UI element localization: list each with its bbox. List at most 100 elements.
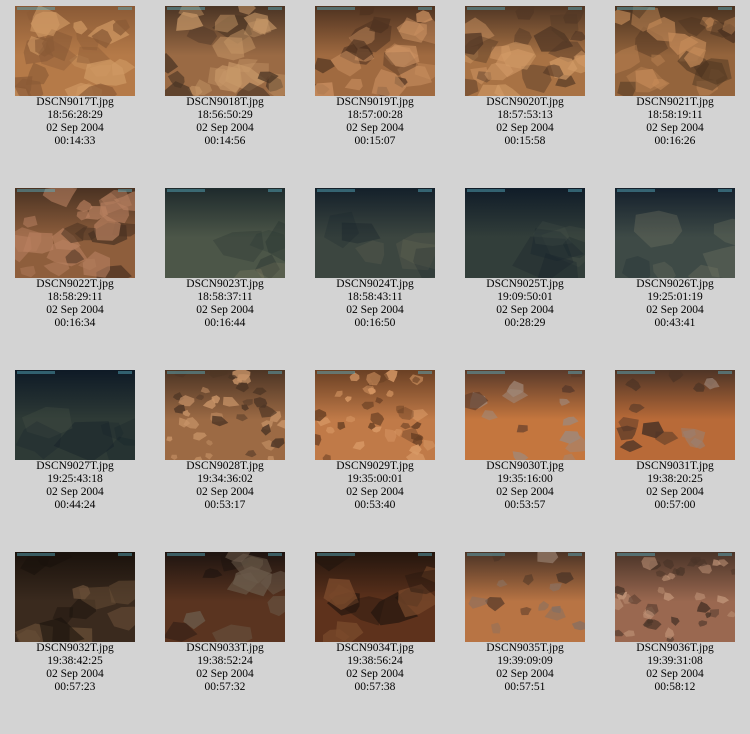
thumbnail-image[interactable] [465, 552, 585, 642]
thumbnail-item[interactable]: DSCN9026T.jpg 19:25:01:19 02 Sep 2004 00:43… [600, 182, 750, 332]
seafloor-photo [165, 552, 285, 642]
thumbnail-filename: DSCN9031T.jpg [636, 460, 714, 472]
camera-stamp [118, 371, 132, 374]
camera-stamp [118, 553, 132, 556]
camera-stamp [317, 7, 355, 10]
camera-stamp [317, 189, 355, 192]
thumbnail-timestamp: 19:34:36:02 [197, 473, 253, 485]
thumbnail-image[interactable] [465, 370, 585, 460]
camera-stamp [268, 189, 282, 192]
thumbnail-elapsed: 00:57:00 [654, 499, 696, 511]
camera-stamp [167, 189, 205, 192]
thumbnail-filename: DSCN9021T.jpg [636, 96, 714, 108]
thumbnail-elapsed: 00:57:32 [204, 681, 246, 693]
thumbnail-item[interactable]: DSCN9036T.jpg 19:39:31:08 02 Sep 2004 00:58… [600, 546, 750, 696]
thumbnail-date: 02 Sep 2004 [46, 486, 104, 498]
thumbnail-item[interactable]: DSCN9029T.jpg 19:35:00:01 02 Sep 2004 00:53… [300, 364, 450, 514]
camera-stamp [418, 371, 432, 374]
thumbnail-item[interactable]: DSCN9022T.jpg 18:58:29:11 02 Sep 2004 00:16… [0, 182, 150, 332]
seafloor-photo [315, 6, 435, 96]
thumbnail-image[interactable] [315, 370, 435, 460]
thumbnail-item[interactable]: DSCN9028T.jpg 19:34:36:02 02 Sep 2004 00:53… [150, 364, 300, 514]
thumbnail-elapsed: 00:15:07 [354, 135, 396, 147]
thumbnail-image[interactable] [315, 6, 435, 96]
thumbnail-caption: DSCN9022T.jpg 18:58:29:11 02 Sep 2004 00:16… [0, 278, 150, 330]
thumbnail-date: 02 Sep 2004 [346, 486, 404, 498]
thumbnail-timestamp: 18:56:28:29 [47, 109, 103, 121]
thumbnail-date: 02 Sep 2004 [196, 668, 254, 680]
thumbnail-item[interactable]: DSCN9031T.jpg 19:38:20:25 02 Sep 2004 00:57… [600, 364, 750, 514]
thumbnail-date: 02 Sep 2004 [346, 304, 404, 316]
thumbnail-caption: DSCN9025T.jpg 19:09:50:01 02 Sep 2004 00:28… [450, 278, 600, 330]
thumbnail-item[interactable]: DSCN9035T.jpg 19:39:09:09 02 Sep 2004 00:57… [450, 546, 600, 696]
thumbnail-date: 02 Sep 2004 [46, 668, 104, 680]
thumbnail-image[interactable] [165, 370, 285, 460]
thumbnail-item[interactable]: DSCN9030T.jpg 19:35:16:00 02 Sep 2004 00:53… [450, 364, 600, 514]
thumbnail-timestamp: 18:58:29:11 [47, 291, 103, 303]
thumbnail-item[interactable]: DSCN9027T.jpg 19:25:43:18 02 Sep 2004 00:44… [0, 364, 150, 514]
thumbnail-filename: DSCN9032T.jpg [36, 642, 114, 654]
thumbnail-item[interactable]: DSCN9023T.jpg 18:58:37:11 02 Sep 2004 00:16… [150, 182, 300, 332]
camera-stamp [17, 7, 55, 10]
thumbnail-image[interactable] [615, 188, 735, 278]
thumbnail-filename: DSCN9029T.jpg [336, 460, 414, 472]
thumbnail-image[interactable] [615, 6, 735, 96]
thumbnail-item[interactable]: DSCN9032T.jpg 19:38:42:25 02 Sep 2004 00:57… [0, 546, 150, 696]
thumbnail-caption: DSCN9017T.jpg 18:56:28:29 02 Sep 2004 00:14… [0, 96, 150, 148]
thumbnail-item[interactable]: DSCN9019T.jpg 18:57:00:28 02 Sep 2004 00:15… [300, 0, 450, 150]
thumbnail-image[interactable] [165, 552, 285, 642]
thumbnail-filename: DSCN9024T.jpg [336, 278, 414, 290]
camera-stamp [17, 371, 55, 374]
thumbnail-image[interactable] [15, 370, 135, 460]
thumbnail-elapsed: 00:57:38 [354, 681, 396, 693]
thumbnail-image[interactable] [465, 188, 585, 278]
thumbnail-item[interactable]: DSCN9017T.jpg 18:56:28:29 02 Sep 2004 00:14… [0, 0, 150, 150]
thumbnail-grid: DSCN9017T.jpg 18:56:28:29 02 Sep 2004 00:14… [0, 0, 750, 734]
camera-stamp [268, 553, 282, 556]
thumbnail-item[interactable]: DSCN9025T.jpg 19:09:50:01 02 Sep 2004 00:28… [450, 182, 600, 332]
thumbnail-item[interactable]: DSCN9033T.jpg 19:38:52:24 02 Sep 2004 00:57… [150, 546, 300, 696]
thumbnail-item[interactable]: DSCN9020T.jpg 18:57:53:13 02 Sep 2004 00:15… [450, 0, 600, 150]
thumbnail-elapsed: 00:57:23 [54, 681, 96, 693]
thumbnail-image[interactable] [165, 6, 285, 96]
thumbnail-image[interactable] [165, 188, 285, 278]
seafloor-photo [165, 370, 285, 460]
thumbnail-timestamp: 19:35:00:01 [347, 473, 403, 485]
camera-stamp [467, 189, 505, 192]
thumbnail-item[interactable]: DSCN9021T.jpg 18:58:19:11 02 Sep 2004 00:16… [600, 0, 750, 150]
thumbnail-elapsed: 00:53:17 [204, 499, 246, 511]
seafloor-photo [615, 6, 735, 96]
thumbnail-item[interactable]: DSCN9024T.jpg 18:58:43:11 02 Sep 2004 00:16… [300, 182, 450, 332]
thumbnail-image[interactable] [315, 552, 435, 642]
thumbnail-image[interactable] [615, 552, 735, 642]
thumbnail-date: 02 Sep 2004 [496, 668, 554, 680]
camera-stamp [418, 189, 432, 192]
thumbnail-item[interactable]: DSCN9018T.jpg 18:56:50:29 02 Sep 2004 00:14… [150, 0, 300, 150]
thumbnail-item[interactable]: DSCN9034T.jpg 19:38:56:24 02 Sep 2004 00:57… [300, 546, 450, 696]
thumbnail-filename: DSCN9028T.jpg [186, 460, 264, 472]
seafloor-photo [15, 6, 135, 96]
thumbnail-filename: DSCN9020T.jpg [486, 96, 564, 108]
thumbnail-timestamp: 19:25:43:18 [47, 473, 103, 485]
thumbnail-image[interactable] [15, 6, 135, 96]
thumbnail-date: 02 Sep 2004 [196, 122, 254, 134]
camera-stamp [418, 7, 432, 10]
thumbnail-image[interactable] [315, 188, 435, 278]
thumbnail-timestamp: 19:09:50:01 [497, 291, 553, 303]
seafloor-photo [465, 370, 585, 460]
camera-stamp [467, 7, 505, 10]
camera-stamp [568, 189, 582, 192]
seafloor-photo [15, 552, 135, 642]
seafloor-photo [315, 188, 435, 278]
thumbnail-image[interactable] [465, 6, 585, 96]
thumbnail-caption: DSCN9020T.jpg 18:57:53:13 02 Sep 2004 00:15… [450, 96, 600, 148]
camera-stamp [718, 7, 732, 10]
thumbnail-caption: DSCN9036T.jpg 19:39:31:08 02 Sep 2004 00:58… [600, 642, 750, 694]
thumbnail-image[interactable] [15, 552, 135, 642]
thumbnail-elapsed: 00:58:12 [654, 681, 696, 693]
seafloor-photo [465, 188, 585, 278]
thumbnail-image[interactable] [615, 370, 735, 460]
thumbnail-caption: DSCN9021T.jpg 18:58:19:11 02 Sep 2004 00:16… [600, 96, 750, 148]
thumbnail-image[interactable] [15, 188, 135, 278]
thumbnail-filename: DSCN9030T.jpg [486, 460, 564, 472]
